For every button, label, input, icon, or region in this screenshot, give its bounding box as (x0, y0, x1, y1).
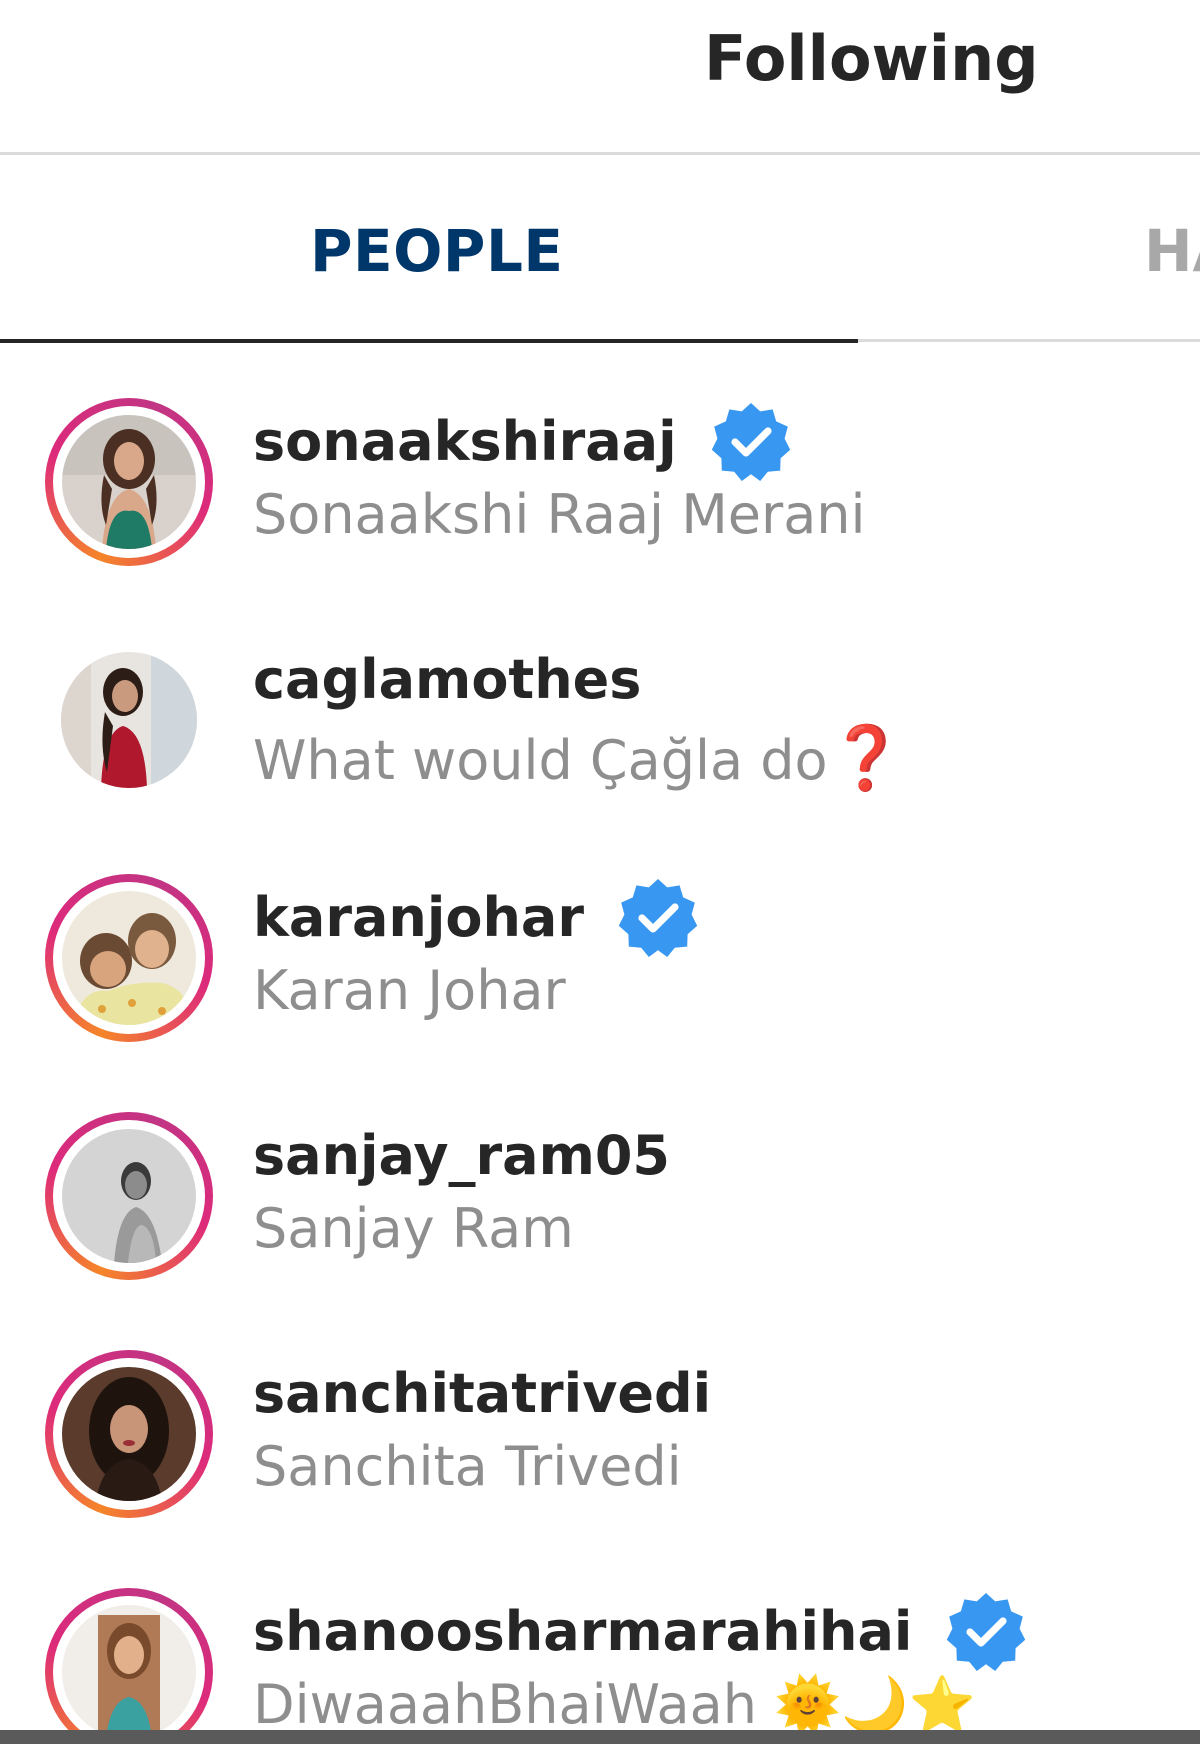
full-name: What would Çağla do (253, 729, 828, 792)
full-name: DiwaaahBhaiWaah 🌞🌙⭐ (253, 1673, 976, 1736)
following-list: sonaakshiraaj Sonaakshi Raaj Merani cagl… (0, 383, 1200, 1744)
page-title: Following (704, 22, 1039, 95)
tab-hashtags-label: HA (1144, 217, 1200, 285)
account-info: sanchitatrivedi Sanchita Trivedi (253, 1357, 1173, 1499)
story-ring[interactable] (45, 398, 213, 566)
avatar (62, 1129, 196, 1263)
avatar-frame[interactable] (45, 636, 213, 804)
list-item[interactable]: sanchitatrivedi Sanchita Trivedi (0, 1335, 1200, 1573)
full-name: Sanchita Trivedi (253, 1435, 682, 1498)
story-ring[interactable] (45, 874, 213, 1042)
full-name-line: What would Çağla do❓ (253, 720, 1173, 795)
header: Following (0, 0, 1200, 155)
username[interactable]: sanchitatrivedi (253, 1362, 711, 1425)
list-item[interactable]: karanjohar Karan Johar (0, 859, 1200, 1097)
account-info: shanoosharmarahihai DiwaaahBhaiWaah 🌞🌙⭐ (253, 1593, 1173, 1737)
list-item[interactable]: caglamothes What would Çağla do❓ (0, 621, 1200, 859)
username[interactable]: sonaakshiraaj (253, 410, 677, 473)
story-ring[interactable] (45, 1588, 213, 1744)
story-ring[interactable] (45, 1350, 213, 1518)
list-item[interactable]: shanoosharmarahihai DiwaaahBhaiWaah 🌞🌙⭐ (0, 1573, 1200, 1744)
verified-badge-icon (618, 879, 698, 957)
tab-bar: PEOPLE HA (0, 155, 1200, 343)
tab-people-label: PEOPLE (310, 217, 564, 285)
username[interactable]: shanoosharmarahihai (253, 1600, 912, 1663)
list-item[interactable]: sanjay_ram05 Sanjay Ram (0, 1097, 1200, 1335)
account-info: karanjohar Karan Johar (253, 879, 1173, 1022)
full-name: Sonaakshi Raaj Merani (253, 483, 866, 546)
verified-badge-icon (711, 403, 790, 481)
username[interactable]: karanjohar (253, 886, 584, 949)
avatar (62, 1367, 196, 1501)
avatar (62, 891, 196, 1025)
account-info: sonaakshiraaj Sonaakshi Raaj Merani (253, 403, 1173, 546)
tab-people[interactable]: PEOPLE (0, 155, 858, 343)
list-item[interactable]: sonaakshiraaj Sonaakshi Raaj Merani (0, 383, 1200, 621)
story-ring[interactable] (45, 1112, 213, 1280)
following-screen: Following PEOPLE HA (0, 0, 1200, 1744)
account-info: sanjay_ram05 Sanjay Ram (253, 1119, 1173, 1261)
question-mark-icon: ❓ (827, 720, 906, 795)
avatar (62, 1605, 196, 1739)
username[interactable]: caglamothes (253, 648, 641, 711)
bottom-edge (0, 1730, 1200, 1744)
username[interactable]: sanjay_ram05 (253, 1124, 670, 1187)
full-name: Sanjay Ram (253, 1197, 574, 1260)
tab-hashtags[interactable]: HA (858, 155, 1200, 342)
avatar (62, 415, 196, 549)
account-info: caglamothes What would Çağla do❓ (253, 643, 1173, 796)
full-name: Karan Johar (253, 959, 566, 1022)
verified-badge-icon (947, 1593, 1026, 1671)
avatar (61, 652, 197, 788)
